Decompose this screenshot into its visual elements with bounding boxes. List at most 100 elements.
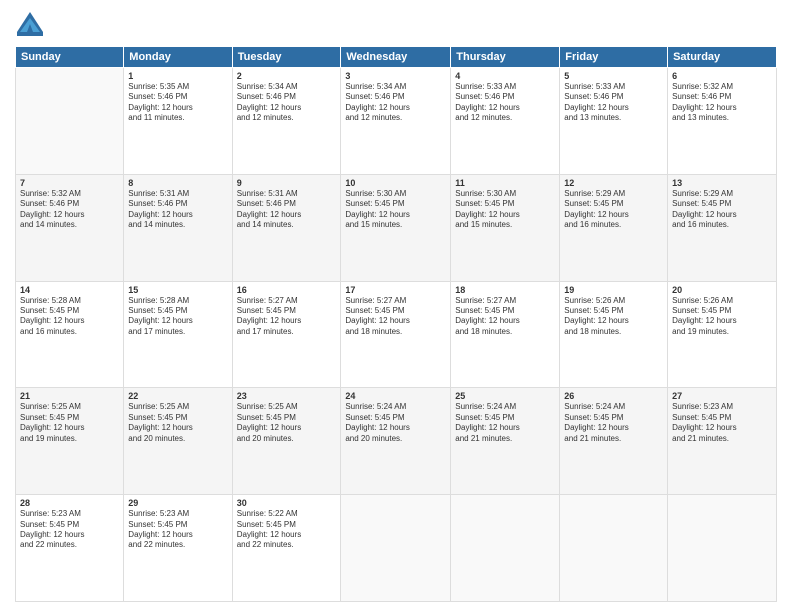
cell-info: Sunrise: 5:26 AM Sunset: 5:45 PM Dayligh… [564,296,663,338]
cell-info: Sunrise: 5:34 AM Sunset: 5:46 PM Dayligh… [345,82,446,124]
cell-info: Sunrise: 5:31 AM Sunset: 5:46 PM Dayligh… [237,189,337,231]
calendar-cell: 13Sunrise: 5:29 AM Sunset: 5:45 PM Dayli… [668,174,777,281]
cell-info: Sunrise: 5:24 AM Sunset: 5:45 PM Dayligh… [455,402,555,444]
calendar-cell: 23Sunrise: 5:25 AM Sunset: 5:45 PM Dayli… [232,388,341,495]
cell-info: Sunrise: 5:29 AM Sunset: 5:45 PM Dayligh… [564,189,663,231]
day-number: 13 [672,178,772,188]
cell-info: Sunrise: 5:28 AM Sunset: 5:45 PM Dayligh… [20,296,119,338]
calendar-cell: 9Sunrise: 5:31 AM Sunset: 5:46 PM Daylig… [232,174,341,281]
cell-info: Sunrise: 5:27 AM Sunset: 5:45 PM Dayligh… [455,296,555,338]
calendar-cell: 8Sunrise: 5:31 AM Sunset: 5:46 PM Daylig… [124,174,232,281]
cell-info: Sunrise: 5:23 AM Sunset: 5:45 PM Dayligh… [20,509,119,551]
day-number: 11 [455,178,555,188]
day-number: 29 [128,498,227,508]
calendar-cell: 10Sunrise: 5:30 AM Sunset: 5:45 PM Dayli… [341,174,451,281]
cell-info: Sunrise: 5:31 AM Sunset: 5:46 PM Dayligh… [128,189,227,231]
day-number: 24 [345,391,446,401]
day-number: 12 [564,178,663,188]
day-number: 21 [20,391,119,401]
weekday-header-tuesday: Tuesday [232,47,341,68]
cell-info: Sunrise: 5:27 AM Sunset: 5:45 PM Dayligh… [345,296,446,338]
day-number: 9 [237,178,337,188]
cell-info: Sunrise: 5:24 AM Sunset: 5:45 PM Dayligh… [564,402,663,444]
header [15,10,777,40]
day-number: 17 [345,285,446,295]
day-number: 30 [237,498,337,508]
calendar-cell: 15Sunrise: 5:28 AM Sunset: 5:45 PM Dayli… [124,281,232,388]
week-row-4: 21Sunrise: 5:25 AM Sunset: 5:45 PM Dayli… [16,388,777,495]
day-number: 28 [20,498,119,508]
day-number: 6 [672,71,772,81]
logo [15,10,49,40]
day-number: 19 [564,285,663,295]
week-row-3: 14Sunrise: 5:28 AM Sunset: 5:45 PM Dayli… [16,281,777,388]
calendar-cell: 4Sunrise: 5:33 AM Sunset: 5:46 PM Daylig… [451,68,560,175]
day-number: 15 [128,285,227,295]
calendar-cell: 1Sunrise: 5:35 AM Sunset: 5:46 PM Daylig… [124,68,232,175]
cell-info: Sunrise: 5:34 AM Sunset: 5:46 PM Dayligh… [237,82,337,124]
cell-info: Sunrise: 5:22 AM Sunset: 5:45 PM Dayligh… [237,509,337,551]
cell-info: Sunrise: 5:30 AM Sunset: 5:45 PM Dayligh… [345,189,446,231]
cell-info: Sunrise: 5:28 AM Sunset: 5:45 PM Dayligh… [128,296,227,338]
calendar-cell: 26Sunrise: 5:24 AM Sunset: 5:45 PM Dayli… [560,388,668,495]
cell-info: Sunrise: 5:26 AM Sunset: 5:45 PM Dayligh… [672,296,772,338]
day-number: 3 [345,71,446,81]
cell-info: Sunrise: 5:33 AM Sunset: 5:46 PM Dayligh… [564,82,663,124]
cell-info: Sunrise: 5:23 AM Sunset: 5:45 PM Dayligh… [128,509,227,551]
cell-info: Sunrise: 5:32 AM Sunset: 5:46 PM Dayligh… [672,82,772,124]
day-number: 26 [564,391,663,401]
logo-icon [15,10,45,40]
week-row-1: 1Sunrise: 5:35 AM Sunset: 5:46 PM Daylig… [16,68,777,175]
calendar-cell: 16Sunrise: 5:27 AM Sunset: 5:45 PM Dayli… [232,281,341,388]
calendar-cell: 11Sunrise: 5:30 AM Sunset: 5:45 PM Dayli… [451,174,560,281]
day-number: 25 [455,391,555,401]
calendar-cell: 29Sunrise: 5:23 AM Sunset: 5:45 PM Dayli… [124,495,232,602]
calendar-cell: 21Sunrise: 5:25 AM Sunset: 5:45 PM Dayli… [16,388,124,495]
day-number: 10 [345,178,446,188]
cell-info: Sunrise: 5:25 AM Sunset: 5:45 PM Dayligh… [20,402,119,444]
calendar-cell: 19Sunrise: 5:26 AM Sunset: 5:45 PM Dayli… [560,281,668,388]
calendar-cell: 22Sunrise: 5:25 AM Sunset: 5:45 PM Dayli… [124,388,232,495]
day-number: 5 [564,71,663,81]
calendar-table: SundayMondayTuesdayWednesdayThursdayFrid… [15,46,777,602]
day-number: 2 [237,71,337,81]
calendar-cell: 7Sunrise: 5:32 AM Sunset: 5:46 PM Daylig… [16,174,124,281]
cell-info: Sunrise: 5:33 AM Sunset: 5:46 PM Dayligh… [455,82,555,124]
calendar-cell: 6Sunrise: 5:32 AM Sunset: 5:46 PM Daylig… [668,68,777,175]
cell-info: Sunrise: 5:30 AM Sunset: 5:45 PM Dayligh… [455,189,555,231]
calendar-cell: 12Sunrise: 5:29 AM Sunset: 5:45 PM Dayli… [560,174,668,281]
weekday-header-row: SundayMondayTuesdayWednesdayThursdayFrid… [16,47,777,68]
day-number: 23 [237,391,337,401]
weekday-header-monday: Monday [124,47,232,68]
day-number: 4 [455,71,555,81]
calendar-cell: 3Sunrise: 5:34 AM Sunset: 5:46 PM Daylig… [341,68,451,175]
calendar-cell [560,495,668,602]
day-number: 8 [128,178,227,188]
calendar-cell [668,495,777,602]
day-number: 22 [128,391,227,401]
week-row-2: 7Sunrise: 5:32 AM Sunset: 5:46 PM Daylig… [16,174,777,281]
calendar-cell: 20Sunrise: 5:26 AM Sunset: 5:45 PM Dayli… [668,281,777,388]
day-number: 20 [672,285,772,295]
calendar-cell [341,495,451,602]
cell-info: Sunrise: 5:25 AM Sunset: 5:45 PM Dayligh… [237,402,337,444]
calendar-cell: 17Sunrise: 5:27 AM Sunset: 5:45 PM Dayli… [341,281,451,388]
calendar-cell: 18Sunrise: 5:27 AM Sunset: 5:45 PM Dayli… [451,281,560,388]
cell-info: Sunrise: 5:27 AM Sunset: 5:45 PM Dayligh… [237,296,337,338]
cell-info: Sunrise: 5:24 AM Sunset: 5:45 PM Dayligh… [345,402,446,444]
day-number: 16 [237,285,337,295]
calendar-cell: 30Sunrise: 5:22 AM Sunset: 5:45 PM Dayli… [232,495,341,602]
calendar-cell: 27Sunrise: 5:23 AM Sunset: 5:45 PM Dayli… [668,388,777,495]
weekday-header-wednesday: Wednesday [341,47,451,68]
cell-info: Sunrise: 5:25 AM Sunset: 5:45 PM Dayligh… [128,402,227,444]
page: SundayMondayTuesdayWednesdayThursdayFrid… [0,0,792,612]
day-number: 7 [20,178,119,188]
calendar-cell: 24Sunrise: 5:24 AM Sunset: 5:45 PM Dayli… [341,388,451,495]
day-number: 14 [20,285,119,295]
day-number: 18 [455,285,555,295]
cell-info: Sunrise: 5:32 AM Sunset: 5:46 PM Dayligh… [20,189,119,231]
day-number: 1 [128,71,227,81]
day-number: 27 [672,391,772,401]
calendar-cell: 2Sunrise: 5:34 AM Sunset: 5:46 PM Daylig… [232,68,341,175]
weekday-header-friday: Friday [560,47,668,68]
